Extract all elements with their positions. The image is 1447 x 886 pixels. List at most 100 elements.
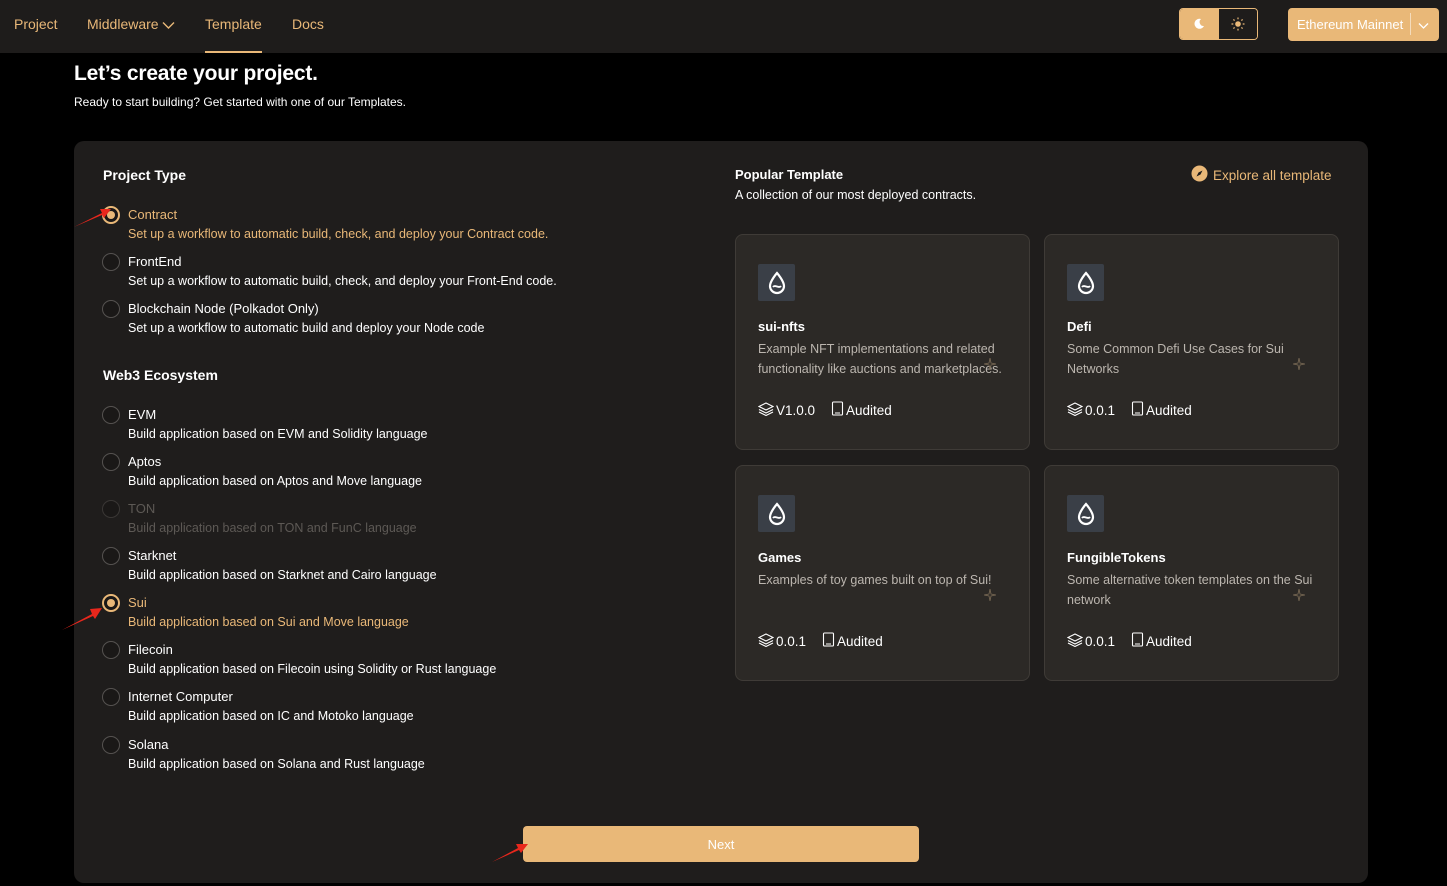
radio-button[interactable] [102, 594, 120, 612]
layers-icon [757, 401, 775, 419]
ecosystem-starknet[interactable]: Starknet Build application based on Star… [102, 545, 662, 589]
compass-icon [1191, 165, 1208, 185]
network-divider [1410, 13, 1411, 35]
nav-docs[interactable]: Docs [292, 0, 324, 53]
page-subtitle: Ready to start building? Get started wit… [74, 95, 406, 109]
document-icon [822, 632, 835, 650]
create-project-panel: Project Type Contract Set up a workflow … [74, 141, 1368, 883]
option-label: Solana [128, 737, 169, 752]
option-description: Build application based on Solana and Ru… [128, 757, 425, 771]
radio-button[interactable] [102, 253, 120, 271]
annotation-arrow-icon [492, 844, 528, 862]
layers-icon [757, 632, 775, 650]
template-meta: 0.0.1 Audited [757, 632, 899, 650]
template-card-fungibletokens[interactable]: FungibleTokens Some alternative token te… [1044, 465, 1339, 681]
annotation-arrow-icon [74, 209, 111, 227]
project-type-blockchain-node[interactable]: Blockchain Node (Polkadot Only) Set up a… [102, 298, 662, 342]
explore-label: Explore all template [1213, 167, 1332, 183]
sui-drop-icon [758, 495, 795, 532]
template-description: Examples of toy games built on top of Su… [758, 573, 992, 587]
option-label: Starknet [128, 548, 177, 563]
template-version: V1.0.0 [776, 402, 816, 418]
template-name: sui-nfts [758, 319, 805, 334]
radio-button[interactable] [102, 641, 120, 659]
nav-project[interactable]: Project [14, 0, 58, 53]
template-description: Some Common Defi Use Cases for Sui Netwo… [1067, 342, 1284, 376]
chevron-down-icon [1418, 18, 1429, 33]
option-description: Build application based on Starknet and … [128, 568, 437, 582]
theme-toggle[interactable] [1179, 8, 1258, 40]
layers-icon [1066, 632, 1084, 650]
template-meta: 0.0.1 Audited [1066, 632, 1208, 650]
option-description: Build application based on Aptos and Mov… [128, 474, 422, 488]
option-label: Aptos [128, 454, 162, 469]
radio-button[interactable] [102, 736, 120, 754]
option-label: Internet Computer [128, 689, 233, 704]
option-description: Build application based on IC and Motoko… [128, 709, 414, 723]
option-description: Build application based on EVM and Solid… [128, 427, 428, 441]
chevron-down-icon [162, 1, 175, 50]
option-description: Build application based on Sui and Move … [128, 615, 409, 629]
network-label: Ethereum Mainnet [1297, 17, 1404, 32]
template-meta: 0.0.1 Audited [1066, 401, 1208, 419]
sparkle-icon [1292, 588, 1306, 606]
layers-icon [1066, 401, 1084, 419]
ecosystem-solana[interactable]: Solana Build application based on Solana… [102, 734, 662, 778]
template-version: 0.0.1 [1085, 402, 1116, 418]
ecosystem-title: Web3 Ecosystem [103, 367, 218, 383]
document-icon [1131, 401, 1144, 419]
next-button[interactable]: Next [523, 826, 919, 862]
template-card-sui-nfts[interactable]: sui-nfts Example NFT implementations and… [735, 234, 1030, 450]
radio-button[interactable] [102, 406, 120, 424]
project-type-contract[interactable]: Contract Set up a workflow to automatic … [102, 204, 662, 248]
moon-icon[interactable] [1180, 9, 1219, 39]
option-label: Filecoin [128, 642, 173, 657]
option-description: Build application based on TON and FunC … [128, 521, 417, 535]
nav-middleware[interactable]: Middleware [87, 0, 175, 53]
page-title: Let’s create your project. [74, 62, 318, 85]
radio-button[interactable] [102, 688, 120, 706]
option-description: Set up a workflow to automatic build, ch… [128, 227, 549, 241]
project-type-frontend[interactable]: FrontEnd Set up a workflow to automatic … [102, 251, 662, 295]
template-version: 0.0.1 [776, 633, 807, 649]
template-card-defi[interactable]: Defi Some Common Defi Use Cases for Sui … [1044, 234, 1339, 450]
sparkle-icon [1292, 357, 1306, 375]
ecosystem-ton: TON Build application based on TON and F… [102, 498, 662, 542]
nav-project-label: Project [14, 16, 58, 32]
sui-drop-icon [1067, 495, 1104, 532]
sui-drop-icon [758, 264, 795, 301]
option-label: TON [128, 501, 156, 516]
ecosystem-filecoin[interactable]: Filecoin Build application based on File… [102, 639, 662, 683]
template-status: Audited [1146, 402, 1192, 418]
nav-template[interactable]: Template [205, 0, 262, 53]
radio-button[interactable] [102, 453, 120, 471]
ecosystem-evm[interactable]: EVM Build application based on EVM and S… [102, 404, 662, 448]
sun-icon[interactable] [1218, 9, 1257, 39]
option-label: Blockchain Node (Polkadot Only) [128, 301, 319, 316]
template-description: Some alternative token templates on the … [1067, 573, 1313, 607]
network-select[interactable]: Ethereum Mainnet [1288, 8, 1439, 41]
project-type-title: Project Type [103, 167, 186, 183]
explore-all-template-link[interactable]: Explore all template [1191, 165, 1332, 185]
template-name: Defi [1067, 319, 1092, 334]
template-meta: V1.0.0 Audited [757, 401, 908, 419]
radio-button [102, 500, 120, 518]
top-nav: Project Middleware Template Docs Ethereu… [0, 0, 1447, 53]
radio-button[interactable] [102, 300, 120, 318]
radio-button[interactable] [102, 547, 120, 565]
option-description: Build application based on Filecoin usin… [128, 662, 497, 676]
sparkle-icon [983, 588, 997, 606]
ecosystem-aptos[interactable]: Aptos Build application based on Aptos a… [102, 451, 662, 495]
popular-template-title: Popular Template [735, 167, 844, 182]
ecosystem-sui[interactable]: Sui Build application based on Sui and M… [102, 592, 662, 636]
sparkle-icon [983, 357, 997, 375]
template-status: Audited [837, 633, 883, 649]
popular-template-subtitle: A collection of our most deployed contra… [735, 188, 977, 202]
annotation-arrow-icon [62, 608, 102, 630]
template-name: Games [758, 550, 802, 565]
document-icon [1131, 632, 1144, 650]
template-status: Audited [1146, 633, 1192, 649]
ecosystem-internet-computer[interactable]: Internet Computer Build application base… [102, 686, 662, 730]
template-name: FungibleTokens [1067, 550, 1166, 565]
template-card-games[interactable]: Games Examples of toy games built on top… [735, 465, 1030, 681]
